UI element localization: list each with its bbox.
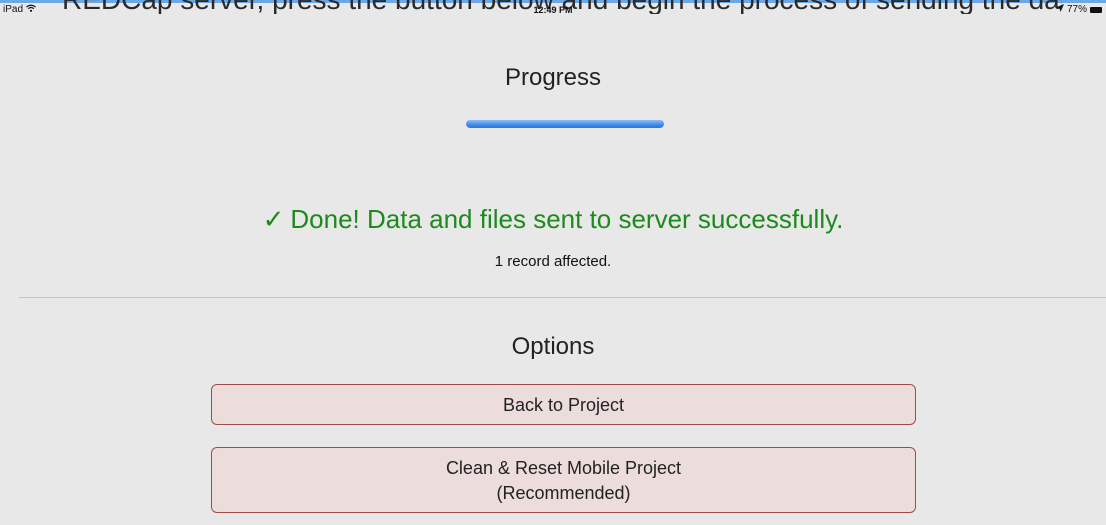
- clean-reset-label: Clean & Reset Mobile Project: [445, 458, 682, 478]
- upload-progress-bar: [466, 120, 664, 128]
- checkmark-icon: ✓: [262, 204, 285, 234]
- location-arrow-icon: [1055, 4, 1064, 15]
- recommended-label: (Recommended): [496, 483, 631, 503]
- status-bar: iPad 12:49 PM 77%: [0, 0, 1106, 18]
- progress-title: Progress: [504, 64, 602, 91]
- records-affected: 1 record affected.: [494, 253, 612, 270]
- status-right: 77%: [1055, 4, 1102, 15]
- battery-icon: [1090, 6, 1102, 13]
- section-divider: [19, 297, 1106, 298]
- battery-percent: 77%: [1066, 4, 1087, 15]
- options-title: Options: [511, 333, 595, 360]
- back-to-project-button[interactable]: Back to Project: [211, 384, 916, 425]
- clean-reset-project-button[interactable]: Clean & Reset Mobile Project (Recommende…: [211, 447, 916, 513]
- success-message: ✓ Done! Data and files sent to server suc…: [0, 204, 1106, 235]
- status-time: 12:49 PM: [533, 5, 573, 15]
- upload-progress-fill: [466, 120, 664, 128]
- success-text: Done! Data and files sent to server succ…: [290, 204, 844, 234]
